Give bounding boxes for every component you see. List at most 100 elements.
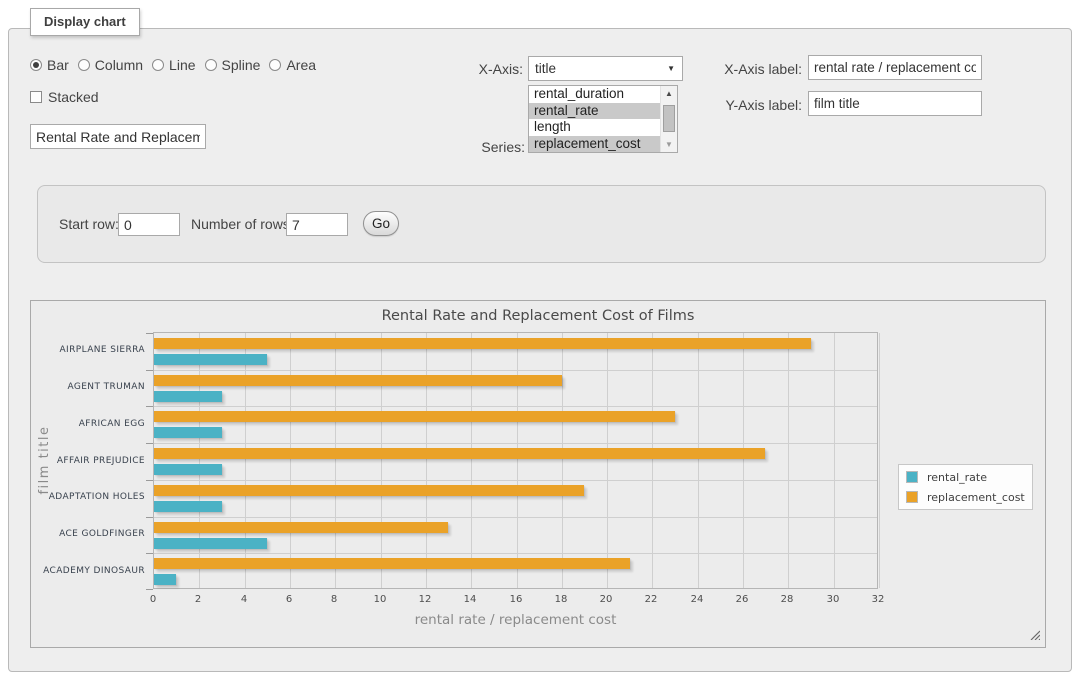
x-axis-tick-label: 22	[636, 594, 666, 605]
y-axis-tick	[146, 480, 153, 481]
y-axis-tick-label: AGENT TRUMAN	[37, 382, 145, 393]
x-axis-tick-label: 32	[863, 594, 893, 605]
bar-rental_rate	[154, 538, 267, 549]
chart-type-radio-column[interactable]: Column	[78, 57, 143, 73]
x-axis-label-input[interactable]	[808, 55, 982, 80]
legend-label: rental_rate	[927, 471, 987, 484]
resize-handle-icon[interactable]	[1030, 630, 1040, 640]
series-option-rental_duration[interactable]: rental_duration	[529, 86, 660, 103]
gridline	[834, 333, 835, 588]
radio-icon[interactable]	[78, 59, 90, 71]
gridline	[652, 333, 653, 588]
scrollbar-thumb[interactable]	[663, 105, 675, 132]
gridline	[743, 333, 744, 588]
start-row-label: Start row:	[59, 216, 119, 232]
plot-area	[153, 332, 878, 589]
gridline	[517, 333, 518, 588]
y-axis-tick-label: AFFAIR PREJUDICE	[37, 456, 145, 467]
bar-rental_rate	[154, 427, 222, 438]
x-axis-tick-label: 0	[138, 594, 168, 605]
y-axis-label-input[interactable]	[808, 91, 982, 116]
chart-title-input[interactable]	[30, 124, 206, 149]
scrollbar-up-icon[interactable]: ▲	[661, 86, 677, 101]
bar-rental_rate	[154, 464, 222, 475]
gridline	[788, 333, 789, 588]
radio-icon[interactable]	[205, 59, 217, 71]
stacked-checkbox[interactable]	[30, 91, 42, 103]
bar-replacement_cost	[154, 522, 448, 533]
x-axis-tick-label: 14	[455, 594, 485, 605]
series-multiselect[interactable]: rental_durationrental_ratelengthreplacem…	[528, 85, 678, 153]
legend-swatch	[906, 471, 918, 483]
radio-icon[interactable]	[30, 59, 42, 71]
y-axis-tick-label: ACADEMY DINOSAUR	[37, 566, 145, 577]
stacked-checkbox-row[interactable]: Stacked	[30, 89, 99, 105]
y-axis-tick-label: ADAPTATION HOLES	[37, 492, 145, 503]
x-axis-select[interactable]: title ▼	[528, 56, 683, 81]
gridline	[290, 333, 291, 588]
bar-replacement_cost	[154, 375, 562, 386]
bar-rental_rate	[154, 574, 176, 585]
chart-type-radio-area[interactable]: Area	[269, 57, 316, 73]
y-axis-tick-label: AFRICAN EGG	[37, 419, 145, 430]
gridline	[199, 333, 200, 588]
bar-replacement_cost	[154, 485, 584, 496]
radio-label: Bar	[47, 57, 69, 73]
row-range-panel: Start row: Number of rows: Go	[37, 185, 1046, 263]
x-axis-tick-label: 6	[274, 594, 304, 605]
radio-icon[interactable]	[152, 59, 164, 71]
gridline	[879, 333, 880, 588]
num-rows-input[interactable]	[286, 213, 348, 236]
gridline	[245, 333, 246, 588]
series-option-length[interactable]: length	[529, 119, 660, 136]
bar-replacement_cost	[154, 338, 811, 349]
legend-entry-rental_rate: rental_rate	[901, 467, 1030, 487]
x-axis-tick-label: 28	[772, 594, 802, 605]
bar-rental_rate	[154, 501, 222, 512]
start-row-input[interactable]	[118, 213, 180, 236]
chart-type-radio-bar[interactable]: Bar	[30, 57, 69, 73]
go-button[interactable]: Go	[363, 211, 399, 236]
x-axis-tick-label: 24	[682, 594, 712, 605]
y-axis-tick	[146, 406, 153, 407]
chart-title: Rental Rate and Replacement Cost of Film…	[31, 308, 1045, 324]
x-axis-select-label: X-Axis:	[448, 61, 523, 77]
gridline	[154, 370, 877, 371]
legend-label: replacement_cost	[927, 491, 1025, 504]
y-axis-tick-label: AIRPLANE SIERRA	[37, 345, 145, 356]
chart-legend: rental_rate replacement_cost	[898, 464, 1033, 510]
gridline	[154, 443, 877, 444]
gridline	[154, 517, 877, 518]
legend-entry-replacement_cost: replacement_cost	[901, 487, 1030, 507]
y-axis-label-label: Y-Axis label:	[700, 97, 802, 113]
gridline	[471, 333, 472, 588]
series-option-rental_rate[interactable]: rental_rate	[529, 103, 660, 120]
gridline	[426, 333, 427, 588]
x-axis-selected-value: title	[529, 61, 556, 76]
gridline	[607, 333, 608, 588]
scrollbar-down-icon[interactable]: ▼	[661, 137, 677, 152]
x-axis-tick-label: 26	[727, 594, 757, 605]
series-scrollbar[interactable]: ▲ ▼	[660, 86, 677, 152]
radio-label: Spline	[222, 57, 261, 73]
gridline	[154, 480, 877, 481]
y-axis-tick	[146, 517, 153, 518]
y-axis-tick	[146, 370, 153, 371]
bar-replacement_cost	[154, 448, 765, 459]
chart-type-radio-spline[interactable]: Spline	[205, 57, 261, 73]
y-axis-tick	[146, 589, 153, 590]
x-axis-tick-label: 10	[365, 594, 395, 605]
x-axis-tick-label: 4	[229, 594, 259, 605]
radio-icon[interactable]	[269, 59, 281, 71]
y-axis-tick	[146, 443, 153, 444]
series-list-label: Series:	[448, 139, 525, 155]
gridline	[154, 553, 877, 554]
y-axis-tick	[146, 333, 153, 334]
series-option-replacement_cost[interactable]: replacement_cost	[529, 136, 660, 153]
series-options: rental_durationrental_ratelengthreplacem…	[529, 86, 660, 152]
x-axis-tick-label: 16	[501, 594, 531, 605]
fieldset-legend: Display chart	[30, 8, 140, 36]
x-axis-tick-label: 8	[319, 594, 349, 605]
bar-replacement_cost	[154, 411, 675, 422]
chart-type-radio-line[interactable]: Line	[152, 57, 195, 73]
